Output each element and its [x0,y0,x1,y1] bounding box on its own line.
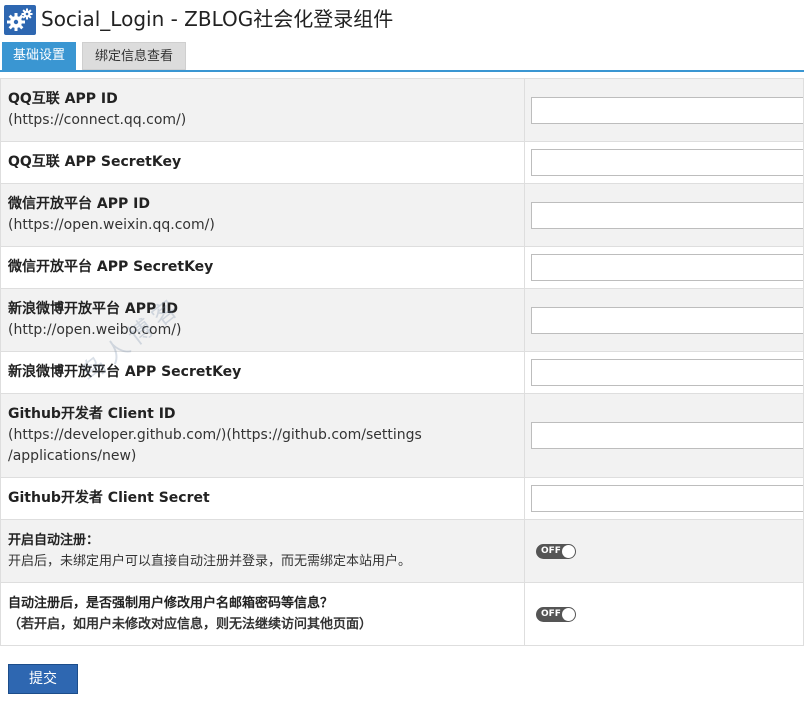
settings-row-weibo-appid: 新浪微博开放平台 APP ID (http://open.weibo.com/) [0,288,804,352]
row-label: 微信开放平台 APP SecretKey [8,259,214,275]
row-label: 新浪微博开放平台 APP SecretKey [8,364,242,380]
tab-binding-info[interactable]: 绑定信息查看 [82,42,186,70]
tab-underline [0,70,804,72]
github-clientid-input[interactable] [531,422,804,449]
settings-row-force-update: 自动注册后，是否强制用户修改用户名邮箱密码等信息？ （若开启，如用户未修改对应信… [0,582,804,646]
row-label: QQ互联 APP SecretKey [8,154,182,170]
row-sublabel-continued: /applications/new) [8,448,137,464]
auto-register-toggle[interactable]: OFF [536,543,576,559]
row-sublabel: (https://connect.qq.com/) [8,112,187,128]
force-update-toggle[interactable]: OFF [536,606,576,622]
settings-table: QQ互联 APP ID (https://connect.qq.com/) QQ… [0,78,804,646]
row-label: Github开发者 Client ID [8,406,176,422]
github-clientsecret-input[interactable] [531,485,804,512]
qq-secretkey-input[interactable] [531,149,804,176]
gear-icon [4,5,36,35]
settings-row-github-clientid: Github开发者 Client ID (https://developer.g… [0,393,804,478]
toggle-state-label: OFF [541,545,561,556]
wechat-appid-input[interactable] [531,201,804,229]
page-title: Social_Login - ZBLOG社会化登录组件 [41,7,394,31]
tab-basic-settings[interactable]: 基础设置 [2,42,76,70]
toggle-knob [562,607,575,621]
row-sublabel: （若开启，如用户未修改对应信息，则无法继续访问其他页面） [8,617,373,632]
settings-row-wechat-appid: 微信开放平台 APP ID (https://open.weixin.qq.co… [0,183,804,247]
weibo-appid-input[interactable] [531,306,804,334]
toggle-state-label: OFF [541,608,561,619]
settings-row-github-secret: Github开发者 Client Secret [0,477,804,520]
row-label: 微信开放平台 APP ID [8,196,150,212]
row-label: 开启自动注册： [8,533,100,548]
row-label: Github开发者 Client Secret [8,490,210,506]
wechat-secretkey-input[interactable] [531,254,804,281]
row-sublabel: 开启后，未绑定用户可以直接自动注册并登录，而无需绑定本站用户。 [8,554,412,569]
settings-row-qq-appid: QQ互联 APP ID (https://connect.qq.com/) [0,78,804,142]
settings-row-weibo-secret: 新浪微博开放平台 APP SecretKey [0,351,804,394]
row-sublabel: (http://open.weibo.com/) [8,322,182,338]
row-label: 自动注册后，是否强制用户修改用户名邮箱密码等信息？ [8,596,334,611]
qq-appid-input[interactable] [531,96,804,124]
toggle-knob [562,544,575,558]
page-header: Social_Login - ZBLOG社会化登录组件 [0,0,804,38]
row-sublabel: (https://open.weixin.qq.com/) [8,217,215,233]
settings-row-qq-secret: QQ互联 APP SecretKey [0,141,804,184]
settings-row-auto-register: 开启自动注册： 开启后，未绑定用户可以直接自动注册并登录，而无需绑定本站用户。 … [0,519,804,583]
row-sublabel: (https://developer.github.com/)(https://… [8,427,422,443]
row-label: 新浪微博开放平台 APP ID [8,301,178,317]
submit-button[interactable]: 提交 [8,664,78,694]
settings-row-wechat-secret: 微信开放平台 APP SecretKey [0,246,804,289]
row-label: QQ互联 APP ID [8,91,118,107]
weibo-secretkey-input[interactable] [531,359,804,386]
